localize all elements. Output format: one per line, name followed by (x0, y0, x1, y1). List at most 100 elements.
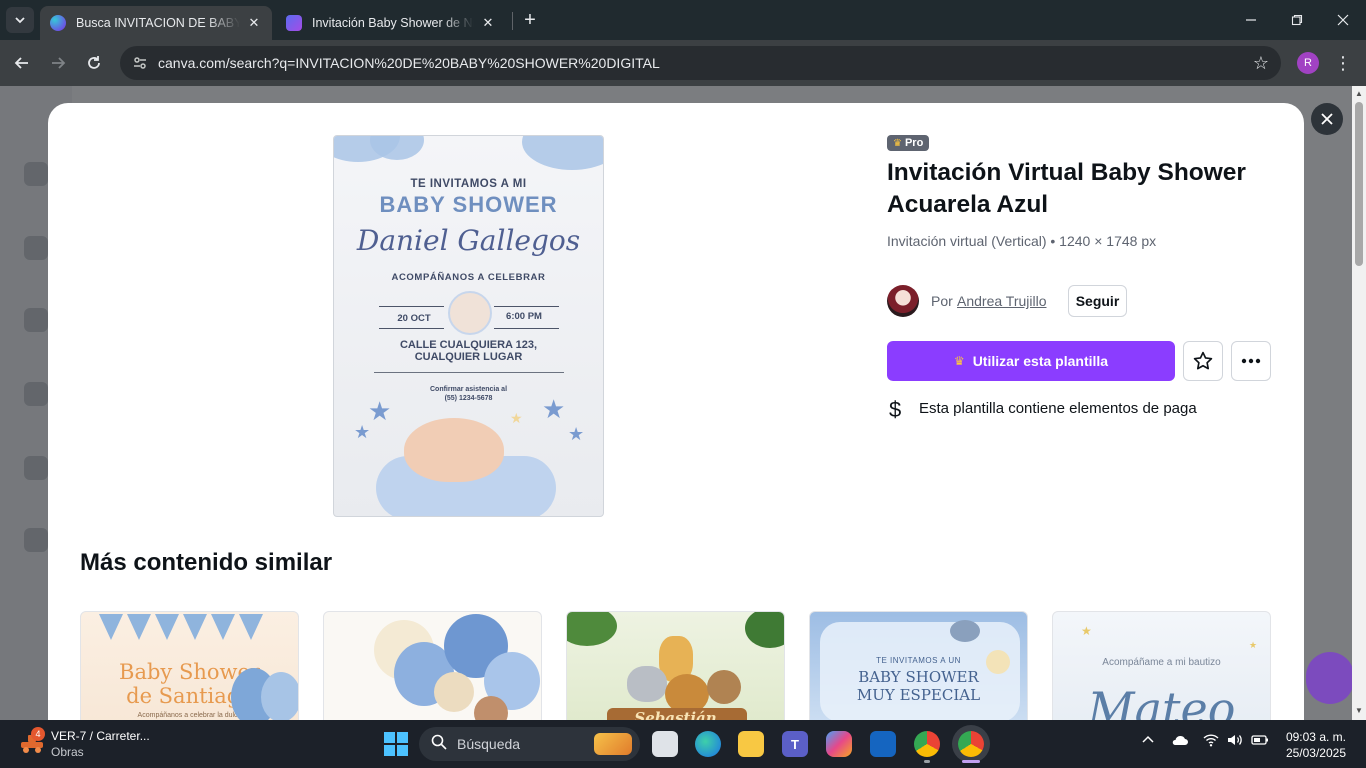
site-info-icon[interactable] (130, 53, 150, 73)
search-highlight-image (594, 733, 632, 755)
scrollbar-thumb[interactable] (1355, 102, 1363, 266)
author-name-link[interactable]: Andrea Trujillo (957, 293, 1047, 309)
traffic-widget-title[interactable]: VER-7 / Carreter... (51, 729, 150, 743)
sleeping-bear-illustration (404, 418, 504, 482)
reload-button[interactable] (80, 49, 108, 77)
search-icon (431, 734, 447, 754)
template-detail-modal: TE INVITAMOS A MI BABY SHOWER Daniel Gal… (48, 103, 1304, 720)
preview-date: 20 OCT (397, 313, 431, 324)
running-indicator (924, 760, 930, 763)
crown-icon: ♛ (893, 137, 902, 149)
bunting-decoration (99, 614, 263, 640)
preview-baby-shower-text: BABY SHOWER (379, 192, 558, 217)
close-icon (1321, 113, 1333, 125)
use-template-label: Utilizar esta plantilla (972, 353, 1109, 369)
onedrive-cloud-icon[interactable] (1171, 733, 1189, 750)
card-text: Sebastián (634, 709, 717, 720)
copilot-icon[interactable] (826, 731, 852, 757)
windows-start-icon[interactable] (384, 732, 408, 756)
airplane-illustration (950, 620, 980, 642)
tab-title: Invitación Baby Shower de Niño (312, 16, 474, 30)
scroll-up-arrow-icon[interactable]: ▲ (1354, 89, 1364, 99)
star-decoration-icon: ★ (1249, 640, 1258, 650)
bear-badge-illustration (448, 291, 492, 335)
similar-template-card[interactable]: ★ ★ Acompáñame a mi bautizo Mateo (1052, 611, 1271, 720)
wifi-icon[interactable] (1203, 733, 1219, 750)
balloon-illustration (434, 672, 474, 712)
close-modal-button[interactable] (1311, 103, 1343, 135)
similar-template-card[interactable]: Sebastián (566, 611, 785, 720)
edge-icon[interactable] (695, 731, 721, 757)
divider (494, 328, 559, 329)
address-bar[interactable]: canva.com/search?q=INVITACION%20DE%20BAB… (120, 46, 1281, 80)
task-view-icon[interactable] (652, 731, 678, 757)
minimize-button[interactable] (1228, 0, 1274, 40)
chrome-icon[interactable] (914, 731, 940, 757)
forward-button[interactable] (44, 49, 72, 77)
show-hidden-icons-chevron-icon[interactable] (1141, 733, 1155, 750)
close-tab-icon[interactable]: ✕ (480, 15, 496, 31)
restore-button[interactable] (1274, 0, 1320, 40)
volume-icon[interactable] (1227, 733, 1243, 750)
preview-name-text: Daniel Gallegos (356, 224, 581, 257)
teams-icon[interactable]: T (782, 731, 808, 757)
favorite-button[interactable] (1183, 341, 1223, 381)
similar-template-card[interactable]: TE INVITAMOS A UN BABY SHOWER MUY ESPECI… (809, 611, 1028, 720)
browser-tab-bar: Busca INVITACION DE BABY SHOWER ✕ Invita… (0, 0, 1366, 40)
zebra-illustration (627, 666, 667, 702)
dollar-icon: $ (889, 397, 902, 422)
similar-content-heading: Más contenido similar (80, 549, 333, 576)
more-options-button[interactable] (1231, 341, 1271, 381)
pro-badge: ♛ Pro (887, 135, 930, 151)
author-avatar[interactable] (887, 285, 919, 317)
bookmark-star-icon[interactable]: ☆ (1253, 53, 1269, 74)
leaf-illustration (745, 612, 784, 648)
profile-avatar[interactable]: R (1297, 52, 1319, 74)
url-text[interactable]: canva.com/search?q=INVITACION%20DE%20BAB… (158, 55, 660, 71)
star-decoration-icon: ★ (1081, 624, 1092, 638)
scroll-down-arrow-icon[interactable]: ▼ (1354, 706, 1364, 716)
author-by-label: Por (931, 293, 953, 309)
preview-confirm-text: Confirmar asistencia al (429, 386, 508, 393)
balloon-illustration (986, 650, 1010, 674)
system-clock[interactable]: 09:03 a. m. 25/03/2025 (1276, 729, 1346, 761)
page-scrollbar[interactable]: ▲ ▼ (1352, 86, 1366, 720)
divider (494, 306, 559, 307)
traffic-widget-subtitle[interactable]: Obras (51, 745, 84, 759)
canva-favicon-icon (50, 15, 66, 31)
arrow-right-icon (52, 57, 66, 69)
new-tab-button[interactable]: + (518, 8, 542, 32)
star-decoration-icon: ★ (542, 394, 566, 424)
close-tab-icon[interactable]: ✕ (246, 15, 262, 31)
tab-search-dropdown[interactable] (6, 7, 34, 33)
clock-date: 25/03/2025 (1285, 746, 1346, 760)
tab-canva-search[interactable]: Busca INVITACION DE BABY SHOWER ✕ (40, 6, 272, 40)
follow-button[interactable]: Seguir (1068, 285, 1127, 317)
store-icon[interactable] (870, 731, 896, 757)
more-dots-icon (1241, 358, 1261, 364)
use-template-button[interactable]: ♛ Utilizar esta plantilla (887, 341, 1175, 381)
browser-menu-icon[interactable]: ⋮ (1333, 50, 1353, 76)
similar-template-card[interactable] (323, 611, 542, 720)
cloud-decoration (522, 136, 603, 170)
preview-address-line1: CALLE CUALQUIERA 123, (399, 339, 538, 351)
close-window-button[interactable] (1320, 0, 1366, 40)
star-decoration-icon: ★ (510, 410, 523, 426)
arrow-left-icon (14, 57, 28, 69)
active-indicator (962, 760, 980, 763)
taskbar-search-box[interactable]: Búsqueda (419, 727, 640, 761)
similar-template-card[interactable]: Baby Shower de Santiago Acompáñanos a ce… (80, 611, 299, 720)
tab-invitacion[interactable]: Invitación Baby Shower de Niño ✕ (276, 6, 506, 40)
card-text: Acompáñame a mi bautizo (1102, 657, 1221, 668)
doc-favicon-icon (286, 15, 302, 31)
windows-taskbar (0, 720, 1366, 768)
pro-badge-label: Pro (904, 137, 924, 149)
canva-assistant-button (1306, 652, 1354, 704)
preview-celebrate-text: ACOMPÁÑANOS A CELEBRAR (391, 272, 546, 283)
back-button[interactable] (8, 49, 36, 77)
battery-icon[interactable] (1251, 733, 1269, 750)
star-decoration-icon: ★ (568, 424, 585, 444)
file-explorer-icon[interactable] (738, 731, 764, 757)
close-icon (1337, 14, 1349, 26)
chrome-profile-icon[interactable] (958, 731, 984, 757)
